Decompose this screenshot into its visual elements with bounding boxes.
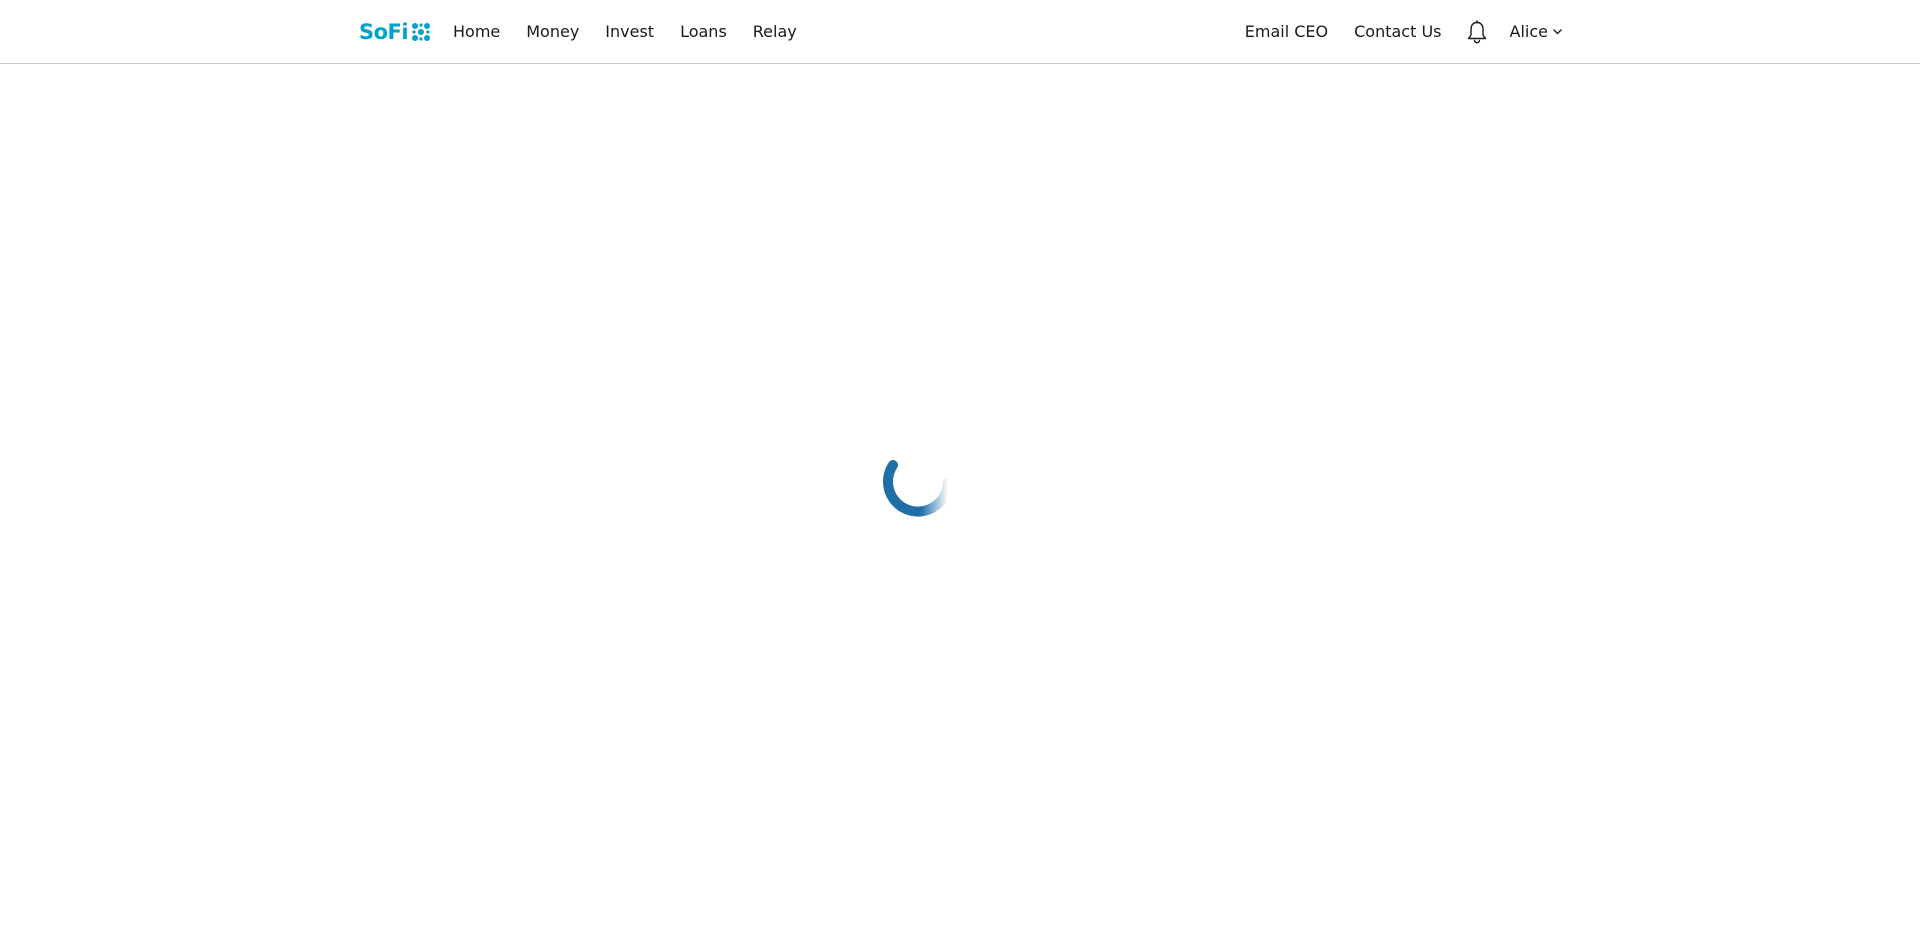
main-nav: Home Money Invest Loans Relay <box>453 0 823 63</box>
bell-icon[interactable] <box>1466 19 1488 44</box>
nav-relay[interactable]: Relay <box>753 22 797 41</box>
nav-loans[interactable]: Loans <box>680 22 727 41</box>
sofi-logo[interactable]: SoFi <box>359 17 431 47</box>
header-actions: Email CEO Contact Us Alice <box>1219 0 1562 63</box>
top-navigation-bar: SoFi Home Money Invest Loans Relay Email… <box>0 0 1920 64</box>
loading-spinner-icon <box>883 460 953 517</box>
user-name: Alice <box>1509 22 1548 41</box>
contact-us-link[interactable]: Contact Us <box>1354 22 1441 41</box>
email-ceo-link[interactable]: Email CEO <box>1245 22 1328 41</box>
chevron-down-icon <box>1553 28 1562 34</box>
nav-invest[interactable]: Invest <box>605 22 654 41</box>
brand-name: SoFi <box>359 20 409 44</box>
nav-money[interactable]: Money <box>526 22 579 41</box>
nav-home[interactable]: Home <box>453 22 500 41</box>
user-menu[interactable]: Alice <box>1510 22 1562 41</box>
sofi-mark-icon <box>412 23 431 41</box>
